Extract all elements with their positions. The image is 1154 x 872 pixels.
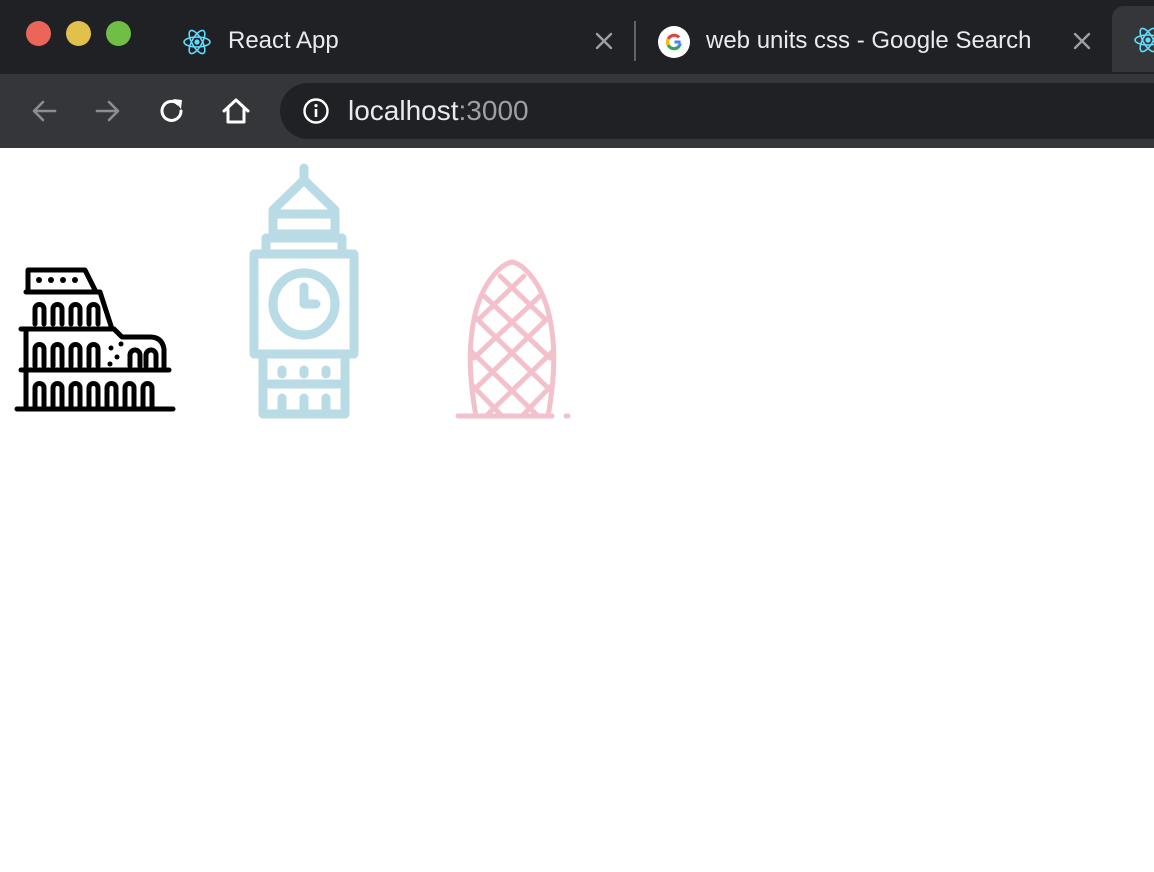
window-maximize-button[interactable] bbox=[106, 21, 131, 46]
tab-google-search[interactable]: web units css - Google Search bbox=[642, 8, 1110, 74]
home-icon[interactable] bbox=[219, 94, 253, 128]
google-icon bbox=[658, 26, 690, 58]
tab-title: React App bbox=[228, 27, 339, 54]
close-icon[interactable] bbox=[592, 29, 616, 53]
window-minimize-button[interactable] bbox=[66, 21, 91, 46]
arrow-right-icon[interactable] bbox=[91, 94, 125, 128]
url-port: :3000 bbox=[458, 95, 529, 126]
browser-window: React App web units css - Google Search bbox=[0, 0, 1154, 872]
window-close-button[interactable] bbox=[26, 21, 51, 46]
page-content bbox=[0, 148, 1154, 872]
arrow-left-icon[interactable] bbox=[27, 94, 61, 128]
colosseum-icon bbox=[14, 267, 176, 412]
browser-toolbar: localhost:3000 bbox=[0, 74, 1154, 148]
tab-strip: React App web units css - Google Search bbox=[0, 0, 1154, 74]
tab-title: web units css - Google Search bbox=[706, 27, 1032, 54]
tab-react-app[interactable]: React App bbox=[165, 8, 627, 74]
info-icon[interactable] bbox=[302, 97, 330, 125]
tab-active[interactable] bbox=[1112, 6, 1154, 72]
url-host: localhost bbox=[348, 95, 459, 126]
gherkin-icon bbox=[455, 259, 571, 419]
big-ben-icon bbox=[249, 163, 359, 419]
reload-icon[interactable] bbox=[155, 94, 189, 128]
tab-separator bbox=[634, 21, 636, 61]
react-icon bbox=[183, 29, 211, 55]
url-text[interactable]: localhost:3000 bbox=[348, 95, 529, 127]
react-icon bbox=[1134, 27, 1154, 53]
close-icon[interactable] bbox=[1070, 29, 1094, 53]
address-bar[interactable]: localhost:3000 bbox=[280, 83, 1154, 139]
